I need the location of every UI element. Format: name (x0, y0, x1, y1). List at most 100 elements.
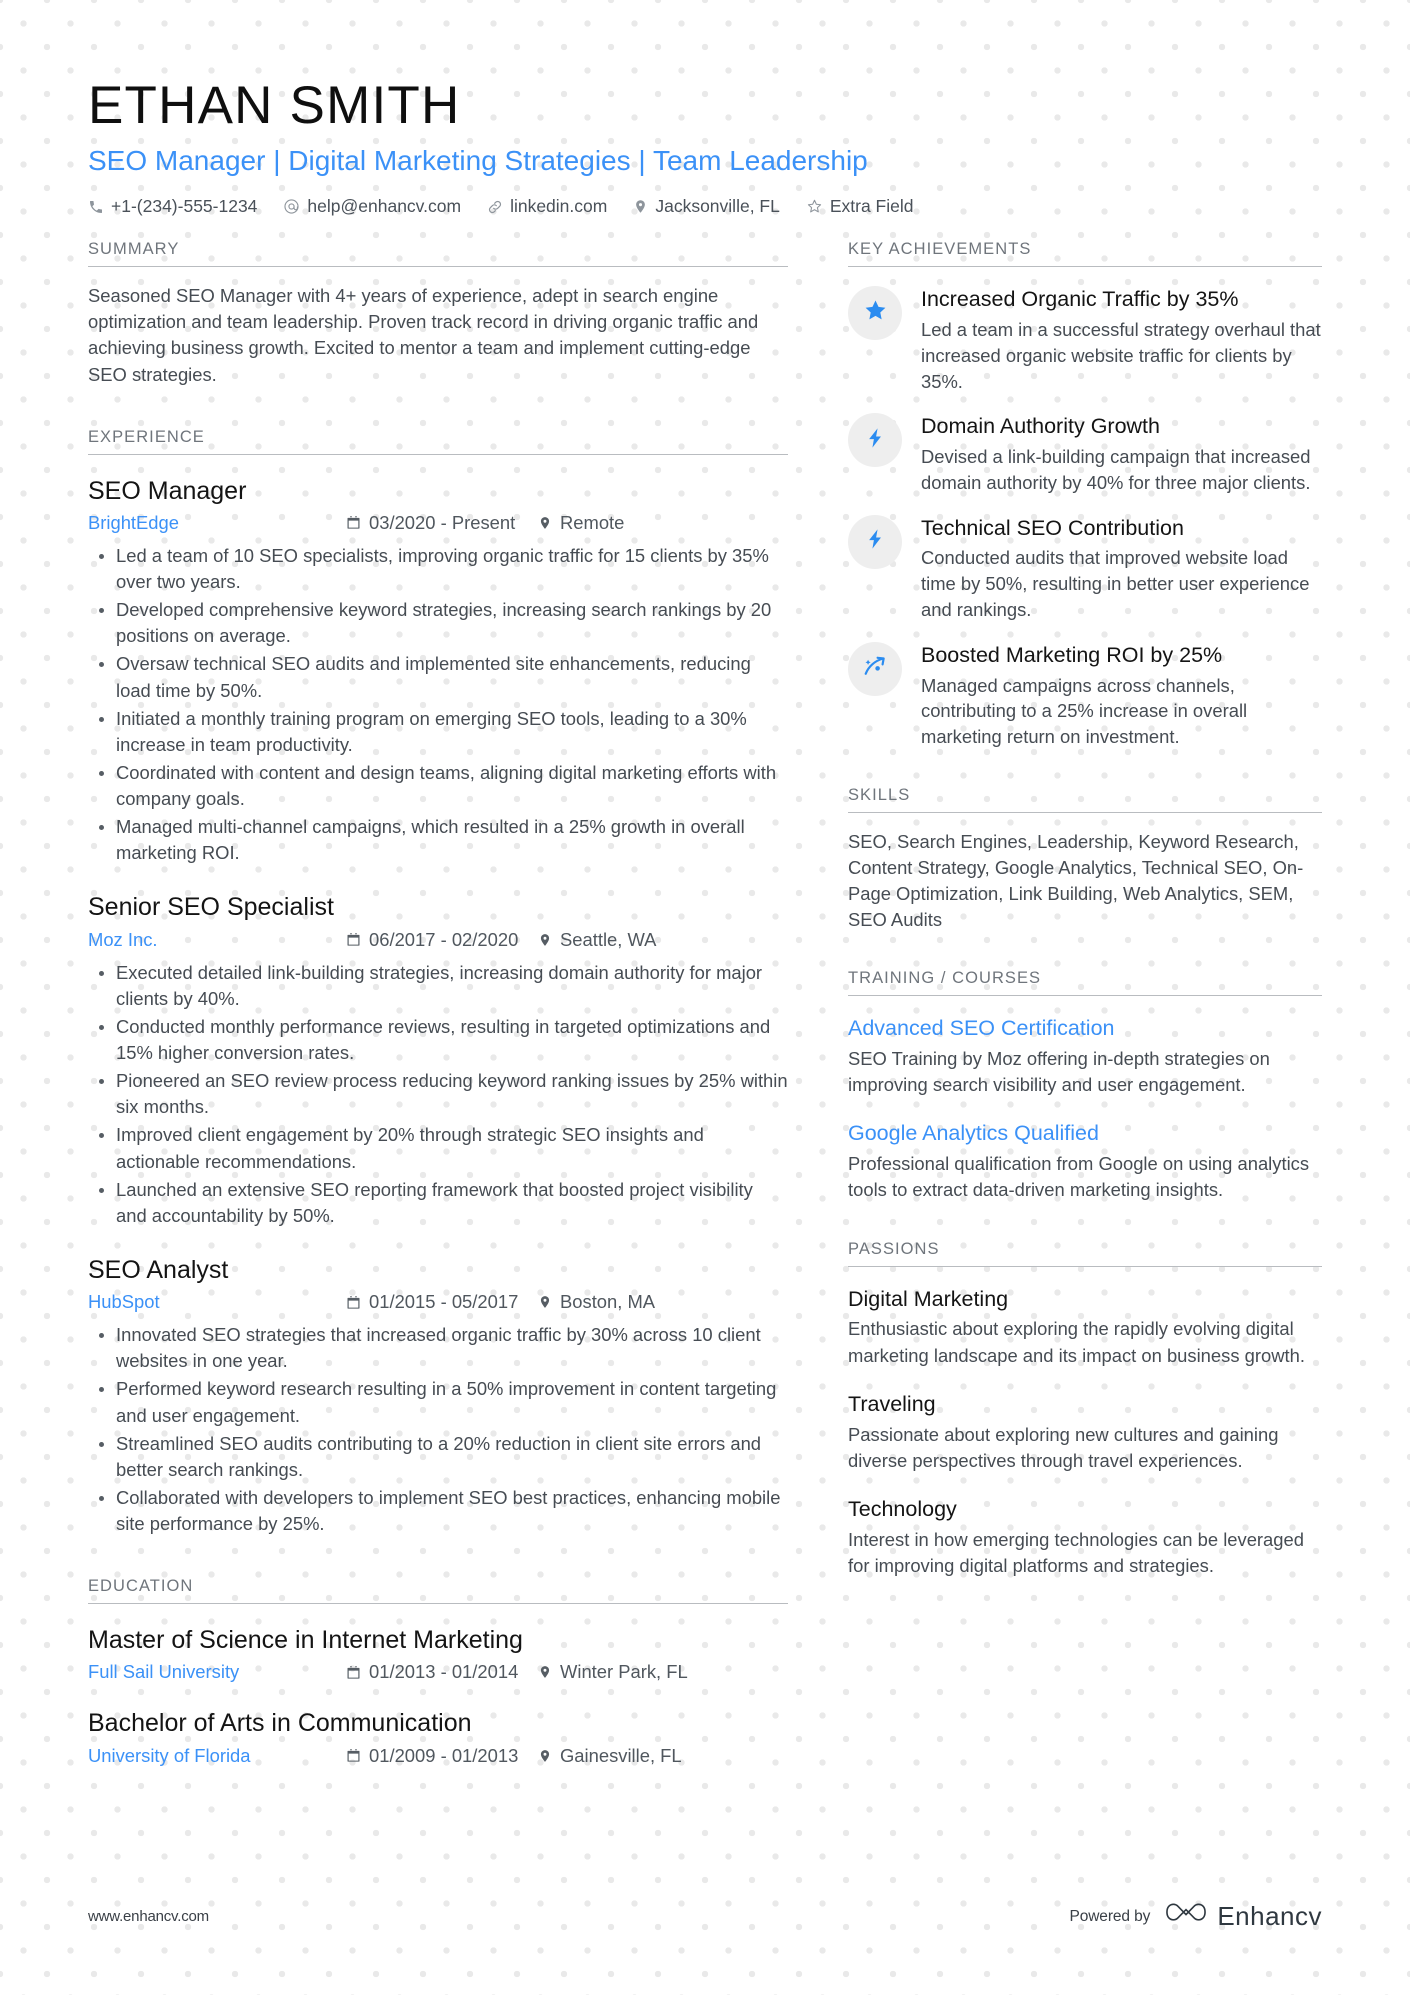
section-title-skills: SKILLS (848, 786, 1322, 813)
bullet-item: Launched an extensive SEO reporting fram… (99, 1177, 788, 1229)
education-degree: Master of Science in Internet Marketing (88, 1626, 523, 1655)
contact-link[interactable]: linkedin.com (487, 196, 607, 217)
enhancv-wordmark: Enhancv (1217, 1901, 1322, 1931)
bullet-item: Oversaw technical SEO audits and impleme… (99, 651, 788, 703)
bullet-item: Coordinated with content and design team… (99, 760, 788, 812)
education-date: 01/2013 - 01/2014 (346, 1661, 538, 1683)
section-title-summary: SUMMARY (88, 240, 788, 268)
experience-location: Boston, MA (538, 1291, 655, 1313)
education-location: Winter Park, FL (538, 1661, 688, 1683)
resume-header: ETHAN SMITH SEO Manager | Digital Market… (88, 0, 1322, 217)
powered-by: Powered by Enhancv (1069, 1900, 1322, 1933)
contact-row: +1-(234)-555-1234 help@enhancv.com linke… (88, 196, 1322, 217)
training-title[interactable]: Advanced SEO Certification (848, 1015, 1322, 1042)
contact-phone-text: +1-(234)-555-1234 (111, 196, 258, 217)
footer-url[interactable]: www.enhancv.com (88, 1908, 209, 1925)
bullet-item: Streamlined SEO audits contributing to a… (99, 1431, 788, 1483)
experience-location-text: Boston, MA (560, 1291, 656, 1313)
experience-job-title: Senior SEO Specialist (88, 893, 334, 922)
lightning-bolt-icon (864, 427, 886, 454)
education-date: 01/2009 - 01/2013 (346, 1745, 538, 1767)
contact-location[interactable]: Jacksonville, FL (633, 196, 780, 217)
powered-by-label: Powered by (1069, 1907, 1151, 1925)
achievement-body: Domain Authority Growth Devised a link-b… (921, 413, 1322, 495)
bullet-item: Conducted monthly performance reviews, r… (99, 1014, 788, 1066)
education-school[interactable]: University of Florida (88, 1745, 346, 1767)
achievement-title: Technical SEO Contribution (921, 515, 1184, 540)
training-item: Google Analytics Qualified Professional … (848, 1120, 1322, 1203)
achievement-desc: Managed campaigns across channels, contr… (921, 674, 1248, 748)
contact-email-text: help@enhancv.com (307, 196, 462, 217)
education-entry: Master of Science in Internet Marketing … (88, 1625, 788, 1683)
section-title-key-achievements: KEY ACHIEVEMENTS (848, 240, 1322, 268)
section-title-education: EDUCATION (88, 1577, 788, 1605)
achievement-badge (848, 286, 902, 341)
section-training: TRAINING / COURSES Advanced SEO Certific… (848, 969, 1322, 1203)
passion-item: Traveling Passionate about exploring new… (848, 1391, 1322, 1474)
education-location-text: Gainesville, FL (560, 1744, 682, 1766)
location-pin-icon (538, 1748, 552, 1764)
experience-meta: BrightEdge 03/2020 - Present Remote (88, 512, 788, 534)
contact-link-text: linkedin.com (510, 196, 608, 217)
experience-company[interactable]: HubSpot (88, 1291, 346, 1313)
calendar-icon (346, 1748, 361, 1763)
experience-job-title: SEO Analyst (88, 1255, 229, 1284)
bullet-item: Developed comprehensive keyword strategi… (99, 597, 788, 649)
education-school[interactable]: Full Sail University (88, 1661, 346, 1683)
contact-phone[interactable]: +1-(234)-555-1234 (88, 196, 257, 217)
achievement-item: Technical SEO Contribution Conducted aud… (848, 514, 1322, 623)
achievement-desc: Conducted audits that improved website l… (921, 547, 1310, 620)
experience-location: Remote (538, 512, 624, 534)
section-skills: SKILLS SEO, Search Engines, Leadership, … (848, 786, 1322, 934)
contact-extra[interactable]: Extra Field (806, 196, 914, 217)
passion-item: Digital Marketing Enthusiastic about exp… (848, 1286, 1322, 1369)
section-education: EDUCATION Master of Science in Internet … (88, 1577, 788, 1767)
section-title-training: TRAINING / COURSES (848, 969, 1322, 997)
training-title[interactable]: Google Analytics Qualified (848, 1120, 1322, 1147)
email-icon (283, 198, 300, 215)
section-experience: EXPERIENCE SEO Manager BrightEdge 03/202… (88, 428, 788, 1538)
experience-bullets: Led a team of 10 SEO specialists, improv… (88, 543, 788, 867)
achievement-body: Boosted Marketing ROI by 25% Managed cam… (921, 642, 1322, 750)
passion-desc: Interest in how emerging technologies ca… (848, 1528, 1304, 1576)
contact-extra-text: Extra Field (829, 196, 914, 217)
achievement-title: Increased Organic Traffic by 35% (921, 287, 1239, 312)
bullet-item: Pioneered an SEO review process reducing… (99, 1068, 788, 1120)
experience-date: 06/2017 - 02/2020 (346, 929, 538, 951)
location-pin-icon (538, 515, 552, 531)
section-title-experience: EXPERIENCE (88, 428, 788, 455)
passion-title: Traveling (848, 1391, 936, 1416)
page-footer: www.enhancv.com Powered by Enhancv (88, 1900, 1322, 1933)
achievement-badge (848, 641, 902, 696)
education-date-text: 01/2013 - 01/2014 (369, 1661, 519, 1683)
education-meta: Full Sail University 01/2013 - 01/2014 W… (88, 1661, 788, 1683)
location-pin-icon (538, 1664, 552, 1680)
left-column: SUMMARY Seasoned SEO Manager with 4+ yea… (88, 240, 788, 1767)
calendar-icon (346, 1295, 361, 1310)
education-date-text: 01/2009 - 01/2013 (369, 1744, 519, 1766)
contact-email[interactable]: help@enhancv.com (283, 196, 461, 217)
section-key-achievements: KEY ACHIEVEMENTS Increased Organic Traff… (848, 240, 1322, 750)
calendar-icon (346, 1665, 361, 1680)
star-outline-icon (806, 198, 823, 215)
achievement-desc: Led a team in a successful strategy over… (921, 319, 1321, 392)
calendar-icon (346, 515, 361, 530)
bullet-item: Improved client engagement by 20% throug… (99, 1122, 788, 1174)
experience-company[interactable]: BrightEdge (88, 512, 346, 534)
experience-date-text: 03/2020 - Present (369, 511, 516, 533)
training-item: Advanced SEO Certification SEO Training … (848, 1015, 1322, 1098)
achievement-item: Domain Authority Growth Devised a link-b… (848, 413, 1322, 495)
experience-company[interactable]: Moz Inc. (88, 929, 346, 951)
section-title-passions: PASSIONS (848, 1240, 1322, 1267)
achievement-title: Domain Authority Growth (921, 414, 1160, 439)
achievement-body: Increased Organic Traffic by 35% Led a t… (921, 286, 1322, 394)
summary-text: Seasoned SEO Manager with 4+ years of ex… (88, 285, 759, 385)
achievement-body: Technical SEO Contribution Conducted aud… (921, 515, 1322, 623)
education-location-text: Winter Park, FL (560, 1661, 688, 1683)
candidate-name: ETHAN SMITH (88, 76, 461, 135)
experience-location: Seattle, WA (538, 929, 656, 951)
resume-content: ETHAN SMITH SEO Manager | Digital Market… (88, 0, 1322, 1995)
experience-date-text: 06/2017 - 02/2020 (369, 928, 519, 950)
experience-entry: SEO Analyst HubSpot 01/2015 - 05/2017 Bo… (88, 1255, 788, 1537)
bullet-item: Collaborated with developers to implemen… (99, 1485, 788, 1537)
